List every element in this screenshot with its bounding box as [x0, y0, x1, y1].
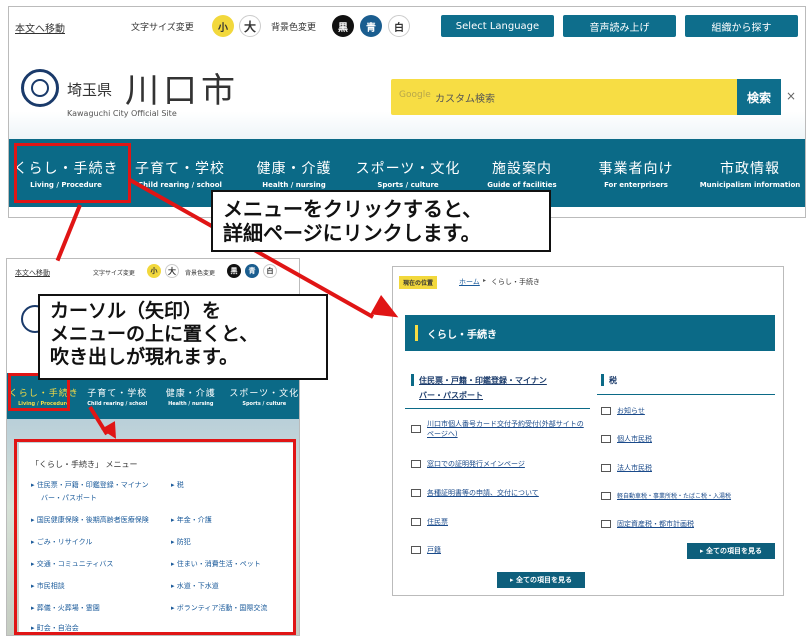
- folder-icon: [411, 489, 421, 497]
- left-item-2[interactable]: 窓口での証明発行メインページ: [411, 459, 589, 469]
- left-head-accent: [411, 374, 414, 386]
- left-item-5[interactable]: 戸籍: [411, 545, 589, 555]
- folder-icon: [411, 518, 421, 526]
- google-label: Google: [399, 90, 431, 100]
- right-section-head[interactable]: 税: [609, 375, 617, 386]
- breadcrumb-sep-icon: ▸: [483, 277, 487, 284]
- skip-link-small[interactable]: 本文へ移動: [15, 268, 50, 278]
- search-button[interactable]: 検索: [737, 79, 781, 115]
- font-small-button-small[interactable]: 小: [147, 264, 161, 278]
- left-item-4[interactable]: 住民票: [411, 517, 589, 527]
- bg-black-button-small[interactable]: 黒: [227, 264, 241, 278]
- nav-municipal[interactable]: 市政情報 Municipalism information: [693, 139, 805, 207]
- bg-label-small: 背景色変更: [185, 270, 216, 277]
- right-item-5[interactable]: 固定資産税・都市計画税: [601, 519, 777, 529]
- folder-icon: [601, 435, 611, 443]
- pref-name: 埼玉県: [67, 81, 113, 99]
- font-small-button[interactable]: 小: [212, 15, 234, 37]
- right-item-2[interactable]: 個人市民税: [601, 434, 777, 444]
- org-search-button[interactable]: 組織から探す: [685, 15, 798, 37]
- page-title-bar: くらし・手続き: [405, 315, 775, 351]
- search-box: Google カスタム検索 検索: [391, 79, 781, 115]
- right-item-4[interactable]: 軽自動車税・事業所税・たばこ税・入湯税: [601, 491, 777, 500]
- nav-highlight-box: [14, 143, 131, 203]
- page-title: くらし・手続き: [427, 330, 497, 341]
- title-accent: [415, 325, 418, 341]
- left-see-all-button[interactable]: ▸ 全ての項目を見る: [497, 572, 585, 588]
- utility-bar: 本文へ移動 文字サイズ変更 小 大 背景色変更 黒 青 白 Select Lan…: [9, 7, 805, 47]
- voice-read-button[interactable]: 音声読み上げ: [563, 15, 676, 37]
- font-large-button[interactable]: 大: [239, 15, 261, 37]
- location-label: 現在の位置: [399, 276, 438, 289]
- bg-black-button[interactable]: 黒: [332, 15, 354, 37]
- folder-icon: [411, 546, 421, 554]
- bg-blue-button-small[interactable]: 青: [245, 264, 259, 278]
- folder-icon: [601, 520, 611, 528]
- right-head-rule: [597, 394, 775, 395]
- select-language-button[interactable]: Select Language: [441, 15, 554, 37]
- left-section-head[interactable]: 住民票・戸籍・印鑑登録・マイナン: [419, 375, 547, 386]
- right-head-accent: [601, 374, 604, 386]
- right-item-1[interactable]: お知らせ: [601, 406, 777, 416]
- left-head-rule: [405, 408, 590, 409]
- font-large-button-small[interactable]: 大: [165, 264, 179, 278]
- callout-click: メニューをクリックすると、 詳細ページにリンクします。: [211, 190, 551, 252]
- dropdown-highlight-box: [14, 439, 296, 635]
- search-input[interactable]: カスタム検索: [435, 90, 495, 105]
- bg-label: 背景色変更: [271, 23, 317, 33]
- header: 埼玉県 川口市 Kawaguchi City Official Site Goo…: [9, 47, 805, 139]
- fontsize-label-small: 文字サイズ変更: [93, 270, 135, 277]
- search-clear-icon[interactable]: ×: [786, 89, 796, 103]
- bg-white-button-small[interactable]: 白: [263, 264, 277, 278]
- left-item-1[interactable]: 川口市個人番号カード交付予約受付(外部サイトのページへ): [411, 419, 589, 439]
- detail-screenshot: 現在の位置 ホーム ▸ くらし・手続き くらし・手続き 住民票・戸籍・印鑑登録・…: [392, 266, 784, 596]
- nav-enterprisers[interactable]: 事業者向け For enterprisers: [579, 139, 693, 207]
- document-icon: [411, 460, 421, 468]
- folder-icon: [601, 491, 611, 500]
- city-emblem-icon: [21, 69, 59, 107]
- bg-blue-button[interactable]: 青: [360, 15, 382, 37]
- skip-link[interactable]: 本文へ移動: [15, 20, 65, 35]
- breadcrumb-home[interactable]: ホーム: [459, 277, 480, 287]
- callout-hover: カーソル（矢印）を メニューの上に置くと、 吹き出しが現れます。: [38, 294, 328, 380]
- fontsize-label: 文字サイズ変更: [131, 23, 194, 33]
- city-name: 川口市: [125, 71, 239, 111]
- folder-icon: [601, 464, 611, 472]
- right-see-all-button[interactable]: ▸ 全ての項目を見る: [687, 543, 775, 559]
- right-item-3[interactable]: 法人市民税: [601, 463, 777, 473]
- city-en-name: Kawaguchi City Official Site: [67, 109, 177, 118]
- folder-icon: [601, 407, 611, 415]
- bg-white-button[interactable]: 白: [388, 15, 410, 37]
- left-section-head-cont[interactable]: バー・パスポート: [419, 390, 483, 401]
- breadcrumb-current: くらし・手続き: [491, 278, 540, 286]
- document-icon: [411, 425, 421, 433]
- left-item-3[interactable]: 各種証明書等の申請、交付について: [411, 488, 589, 498]
